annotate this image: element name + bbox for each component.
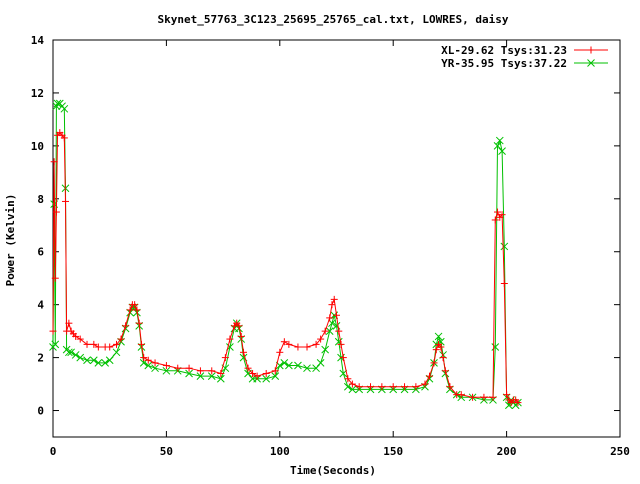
y-axis-label: Power (Kelvin) — [4, 194, 17, 287]
y-tick-label: 2 — [37, 352, 44, 365]
legend-item: XL-29.62 Tsys:31.23 — [441, 44, 608, 57]
legend: XL-29.62 Tsys:31.23YR-35.95 Tsys:37.22 — [441, 44, 608, 70]
y-tick: 10 — [31, 140, 620, 153]
data-point — [333, 311, 340, 319]
data-point — [303, 343, 311, 351]
y-tick-label: 0 — [37, 405, 44, 418]
data-point — [61, 197, 69, 205]
chart: Skynet_57763_3C123_25695_25765_cal.txt, … — [0, 0, 640, 480]
y-tick-label: 14 — [31, 34, 45, 47]
legend-swatch-marker — [587, 46, 595, 54]
data-point — [439, 354, 447, 362]
data-point — [237, 332, 245, 340]
y-tick: 0 — [37, 405, 620, 418]
chart-svg: Skynet_57763_3C123_25695_25765_cal.txt, … — [4, 13, 630, 477]
data-point — [135, 319, 143, 327]
y-tick: 8 — [37, 193, 620, 206]
data-point — [321, 345, 330, 354]
data-point — [335, 327, 343, 335]
data-point — [425, 372, 433, 380]
x-tick: 50 — [160, 40, 173, 458]
data-point — [122, 322, 130, 330]
x-tick-label: 250 — [610, 445, 630, 458]
x-tick: 100 — [270, 40, 290, 458]
data-point — [137, 340, 145, 348]
x-tick: 150 — [383, 40, 403, 458]
series-line — [52, 103, 519, 407]
data-point — [316, 359, 325, 367]
x-tick-label: 100 — [270, 445, 290, 458]
series-layer — [49, 99, 522, 410]
x-axis-label: Time(Seconds) — [290, 464, 376, 477]
y-tick-label: 10 — [31, 140, 44, 153]
data-point — [106, 343, 114, 351]
legend-item: YR-35.95 Tsys:37.22 — [441, 57, 608, 70]
data-point — [112, 348, 121, 357]
y-tick-label: 4 — [37, 299, 44, 312]
y-tick-label: 6 — [37, 246, 44, 259]
series-yr — [49, 99, 522, 410]
y-tick-label: 12 — [31, 87, 44, 100]
y-tick-label: 8 — [37, 193, 44, 206]
x-tick-label: 200 — [497, 445, 517, 458]
chart-title: Skynet_57763_3C123_25695_25765_cal.txt, … — [158, 13, 509, 26]
x-tick-label: 50 — [160, 445, 173, 458]
x-tick-label: 150 — [383, 445, 403, 458]
data-point — [441, 367, 449, 375]
data-point — [326, 314, 334, 322]
legend-label: XL-29.62 Tsys:31.23 — [441, 44, 567, 57]
data-point — [294, 343, 302, 351]
data-point — [500, 279, 508, 287]
y-tick: 6 — [37, 246, 620, 259]
plot-area-frame — [52, 39, 621, 438]
x-tick-label: 0 — [50, 445, 57, 458]
y-tick: 12 — [31, 87, 620, 100]
legend-label: YR-35.95 Tsys:37.22 — [441, 57, 567, 70]
y-tick: 2 — [37, 352, 620, 365]
data-point — [276, 348, 284, 356]
ticks-layer: 0 50 100 150 200 250 0 2 4 6 8 10 12 14 — [31, 34, 630, 458]
